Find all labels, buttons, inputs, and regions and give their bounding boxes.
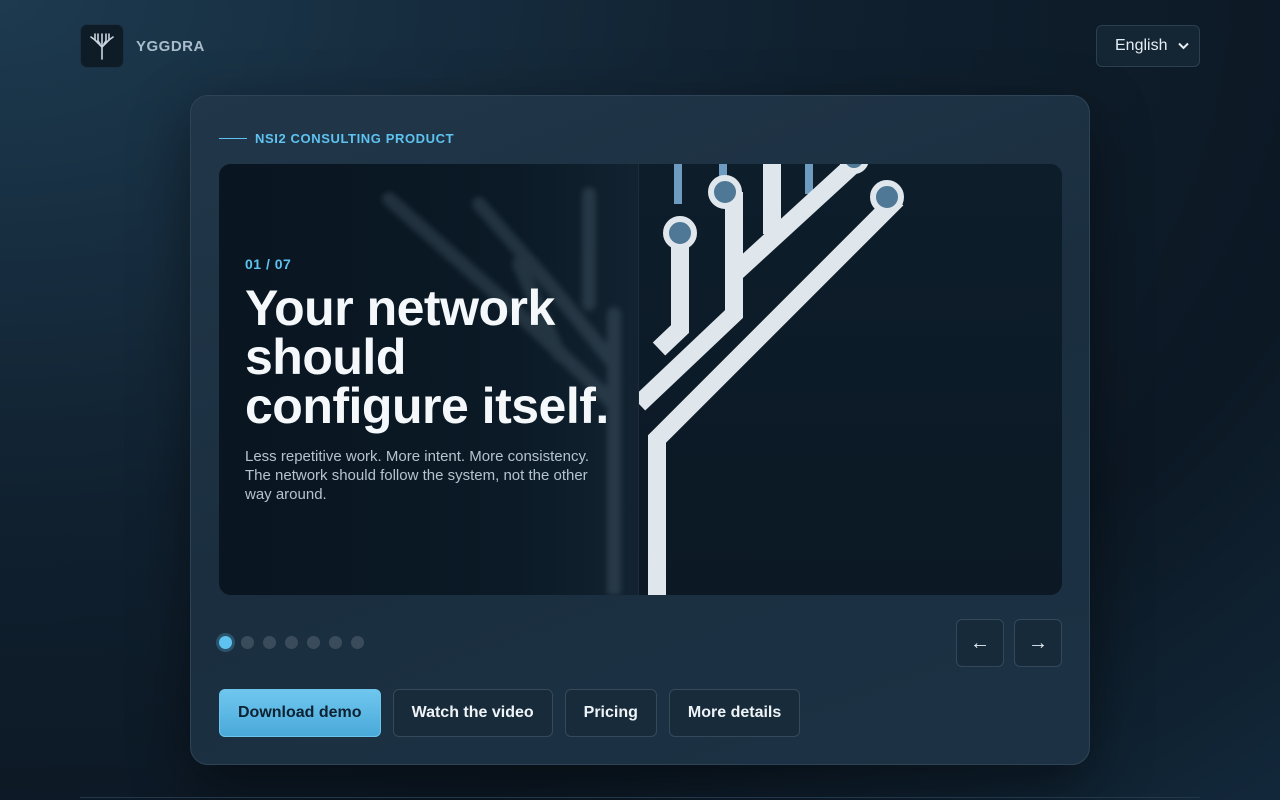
brand[interactable]: YGGDRA [80,24,205,68]
slide-counter: 01 / 07 [245,256,292,272]
eyebrow-text: NSI2 CONSULTING PRODUCT [255,131,455,146]
pagination-dot-4[interactable] [285,636,298,649]
product-card: NSI2 CONSULTING PRODUCT 01 / 07 Your net… [190,95,1090,765]
download-demo-button[interactable]: Download demo [219,689,381,737]
previous-slide-button[interactable]: ← [956,619,1004,667]
more-details-button[interactable]: More details [668,689,801,737]
footer-divider [80,797,1200,798]
pagination-dot-2[interactable] [241,636,254,649]
chevron-down-icon [1178,39,1189,53]
slide-text-panel: 01 / 07 Your network should configure it… [219,164,639,595]
action-buttons: Download demo Watch the video Pricing Mo… [219,689,801,737]
eyebrow-line [219,138,247,139]
watch-video-button[interactable]: Watch the video [392,689,553,737]
pagination-dot-3[interactable] [263,636,276,649]
brand-name: YGGDRA [136,37,205,55]
tree-icon [80,24,124,68]
top-bar: YGGDRA English [80,24,1200,68]
slide-description: Less repetitive work. More intent. More … [245,448,590,503]
pagination-dot-5[interactable] [307,636,320,649]
eyebrow: NSI2 CONSULTING PRODUCT [219,131,454,146]
pagination-dot-6[interactable] [329,636,342,649]
pagination-dot-7[interactable] [351,636,364,649]
pricing-button[interactable]: Pricing [564,689,657,737]
language-select[interactable]: English [1096,25,1200,67]
carousel-slide: 01 / 07 Your network should configure it… [219,164,1062,595]
slide-title: Your network should configure itself. [245,280,609,434]
pagination-dot-1[interactable] [219,636,232,649]
language-selected: English [1115,37,1168,54]
circuit-tree-icon [632,164,1062,595]
next-slide-button[interactable]: → [1014,619,1062,667]
arrow-left-icon: ← [970,631,990,654]
arrow-right-icon: → [1028,631,1048,654]
carousel-pagination [219,636,364,649]
